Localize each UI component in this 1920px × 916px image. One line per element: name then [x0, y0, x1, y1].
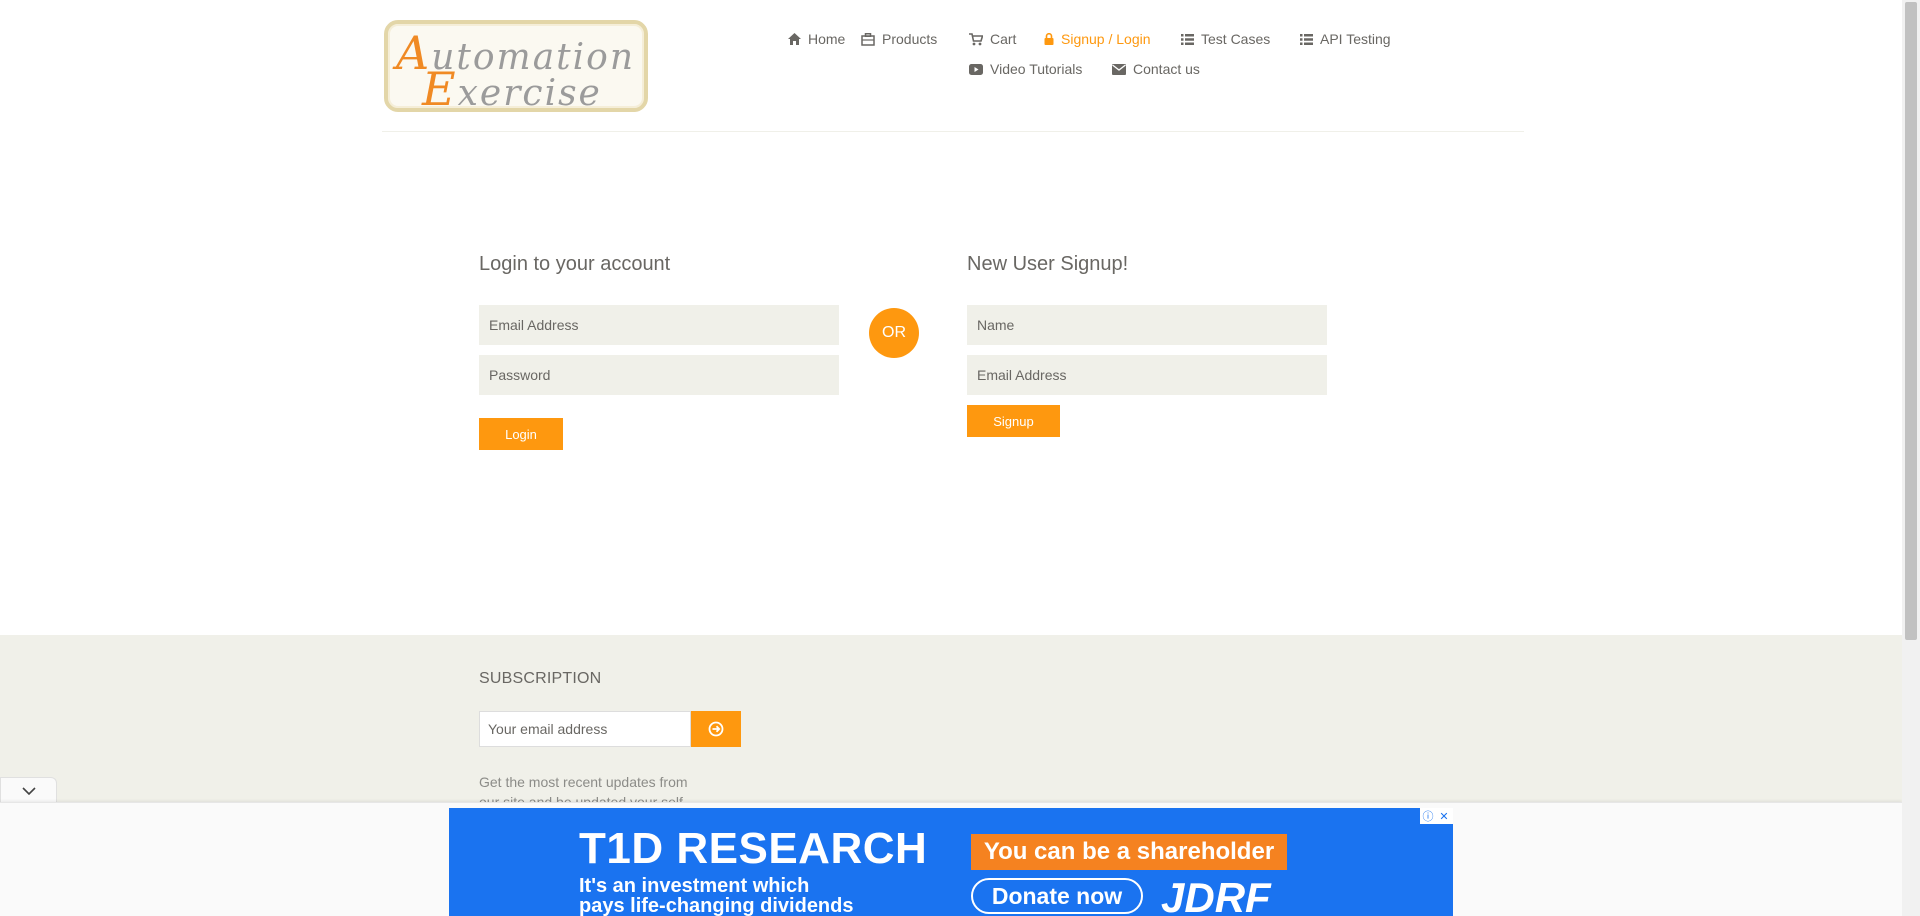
- site-logo[interactable]: Automation Exercise: [384, 20, 648, 116]
- home-icon: [788, 33, 801, 45]
- nav-home[interactable]: Home: [788, 31, 845, 47]
- site-header: Automation Exercise Home Products Cart S…: [382, 0, 1524, 132]
- login-email-field[interactable]: [479, 305, 839, 345]
- subscribe-email-input[interactable]: [479, 711, 691, 747]
- signup-heading: New User Signup!: [967, 253, 1129, 275]
- envelope-icon: [1112, 63, 1126, 75]
- signup-name-field[interactable]: [967, 305, 1327, 345]
- products-icon: [861, 32, 875, 46]
- nav-test-cases[interactable]: Test Cases: [1181, 31, 1270, 47]
- ad-tagline: You can be a shareholder: [971, 834, 1287, 870]
- login-button[interactable]: Login: [479, 418, 563, 450]
- subscribe-button[interactable]: [691, 711, 741, 747]
- ad-info-icon[interactable]: ⓘ: [1420, 808, 1436, 824]
- chevron-down-icon: [21, 786, 36, 795]
- signup-email-field[interactable]: [967, 355, 1327, 395]
- subscription-title: SUBSCRIPTION: [479, 670, 602, 687]
- signup-button[interactable]: Signup: [967, 405, 1060, 437]
- ad-close-icon[interactable]: ✕: [1436, 808, 1452, 824]
- ad-subtitle: It's an investment which pays life-chang…: [579, 875, 854, 916]
- ad-controls: ⓘ ✕: [1420, 808, 1453, 824]
- login-heading: Login to your account: [479, 253, 671, 275]
- login-password-field[interactable]: [479, 355, 839, 395]
- ad-title: T1D RESEARCH: [579, 824, 928, 873]
- nav-api-testing[interactable]: API Testing: [1300, 31, 1391, 47]
- ad-banner[interactable]: T1D RESEARCH You can be a shareholder It…: [449, 808, 1453, 916]
- list-icon: [1181, 33, 1194, 45]
- or-divider: OR: [869, 308, 919, 358]
- page-scrollbar[interactable]: [1902, 0, 1920, 916]
- ad-brand-logo: JDRF: [1161, 874, 1271, 916]
- nav-cart[interactable]: Cart: [969, 31, 1016, 47]
- nav-signup-login[interactable]: Signup / Login: [1044, 31, 1151, 47]
- cart-icon: [969, 32, 983, 45]
- list-icon: [1300, 33, 1313, 45]
- arrow-circle-right-icon: [708, 721, 724, 737]
- nav-contact-us[interactable]: Contact us: [1112, 61, 1200, 77]
- scrollbar-thumb[interactable]: [1905, 2, 1917, 640]
- lock-icon: [1044, 33, 1054, 45]
- nav-video-tutorials[interactable]: Video Tutorials: [969, 61, 1082, 77]
- ad-donate-button[interactable]: Donate now: [971, 878, 1143, 914]
- nav-products[interactable]: Products: [861, 31, 937, 47]
- ad-collapse-toggle[interactable]: [0, 777, 57, 803]
- youtube-icon: [969, 63, 983, 75]
